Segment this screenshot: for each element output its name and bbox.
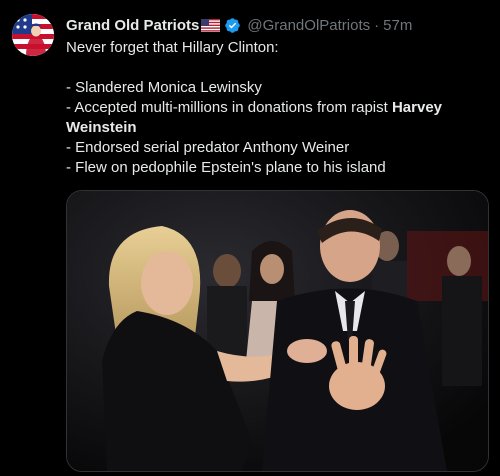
author-name[interactable]: Grand Old Patriots [66, 17, 199, 34]
tweet-line-2-text: - Accepted multi-millions in donations f… [66, 99, 392, 116]
tweet-line-3: - Endorsed serial predator Anthony Weine… [66, 139, 350, 156]
tweet-line-4: - Flew on pedophile Epstein's plane to h… [66, 159, 386, 176]
tweet-intro: Never forget that Hillary Clinton: [66, 39, 279, 56]
tweet-photo[interactable] [66, 190, 489, 472]
avatar[interactable] [12, 14, 54, 56]
tweet-text: Never forget that Hillary Clinton: - Sla… [66, 38, 486, 178]
us-flag-icon [201, 18, 221, 32]
tweet-line-2: - Accepted multi-millions in donations f… [66, 98, 486, 138]
tweet-line-1: - Slandered Monica Lewinsky [66, 79, 262, 96]
author-handle[interactable]: @GrandOlPatriots [247, 17, 370, 34]
tweet-header: Grand Old Patriots @GrandOlPatriots · 57… [66, 14, 412, 36]
photo-image [67, 191, 488, 471]
tweet[interactable]: Grand Old Patriots @GrandOlPatriots · 57… [0, 0, 500, 476]
timestamp[interactable]: 57m [383, 17, 412, 34]
verified-badge-icon[interactable] [224, 17, 241, 34]
separator: · [374, 16, 380, 34]
avatar-flag-icon [12, 14, 54, 56]
